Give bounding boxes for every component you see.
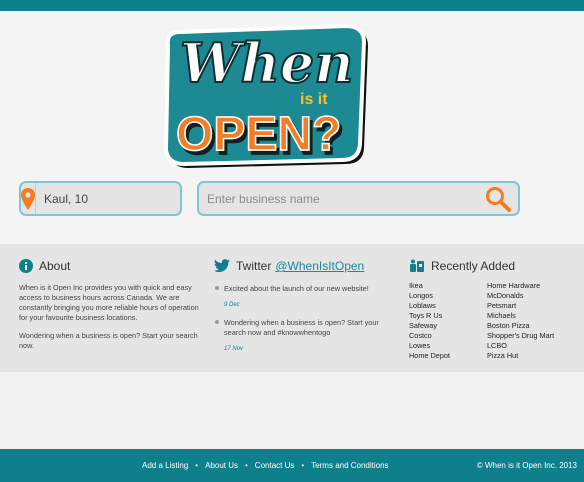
recent-business-link[interactable]: Home Depot (409, 351, 487, 361)
twitter-bird-icon (214, 259, 230, 273)
copyright: © When is it Open Inc. 2013 (476, 461, 577, 470)
business-search-field[interactable] (197, 181, 520, 216)
tweet-date: 9 Dec (224, 302, 240, 308)
search-icon (486, 186, 511, 212)
logo-when: When (180, 31, 354, 95)
recent-business-link[interactable]: Petsmart (487, 301, 565, 311)
tweet-text: Excited about the launch of our new webs… (224, 284, 369, 293)
recent-business-link[interactable]: Safeway (409, 321, 487, 331)
business-search-input[interactable] (199, 183, 478, 214)
site-logo[interactable]: When is it OPEN? (150, 18, 372, 168)
store-group-icon (410, 259, 424, 272)
twitter-handle-link[interactable]: @WhenIsItOpen (275, 259, 364, 273)
top-bar (0, 0, 584, 11)
footer: Add a Listing • About Us • Contact Us • … (0, 449, 584, 482)
search-button[interactable] (478, 183, 518, 214)
about-cta: Wondering when a business is open? Start… (19, 331, 198, 350)
recent-business-link[interactable]: LCBO (487, 341, 565, 351)
footer-separator: • (244, 461, 248, 470)
twitter-title: Twitter (236, 259, 272, 273)
logo-graphic: When is it OPEN? (163, 23, 368, 168)
recent-business-link[interactable]: Shopper's Drug Mart (487, 331, 565, 341)
recent-business-link[interactable]: Ikea (409, 281, 487, 291)
recent-business-link[interactable]: Boston Pizza (487, 321, 565, 331)
recent-business-link[interactable]: Longos (409, 291, 487, 301)
recent-business-link[interactable]: Michaels (487, 311, 565, 321)
footer-separator: • (301, 461, 305, 470)
twitter-section: Twitter @WhenIsItOpen Excited about the … (214, 259, 394, 352)
logo-open: OPEN? (176, 108, 341, 161)
tweet-item: Wondering when a business is open? Start… (214, 318, 394, 352)
footer-link-add-listing[interactable]: Add a Listing (142, 461, 188, 470)
info-icon (19, 259, 33, 273)
about-section: About When is it Open Inc provides you w… (19, 259, 199, 351)
tweet-item: Excited about the launch of our new webs… (214, 284, 394, 308)
footer-nav: Add a Listing • About Us • Contact Us • … (142, 449, 389, 482)
footer-link-terms[interactable]: Terms and Conditions (311, 461, 388, 470)
recent-business-link[interactable]: Toys R Us (409, 311, 487, 321)
tweet-text: Wondering when a business is open? Start… (224, 318, 379, 337)
location-input[interactable] (36, 183, 199, 214)
recent-list-left: Ikea Longos Loblaws Toys R Us Safeway Co… (409, 281, 487, 361)
recent-business-link[interactable]: Loblaws (409, 301, 487, 311)
footer-separator: • (195, 461, 199, 470)
logo-is-it: is it (300, 91, 328, 108)
recent-business-link[interactable]: Home Hardware (487, 281, 565, 291)
recent-business-link[interactable]: Lowes (409, 341, 487, 351)
recent-list-right: Home Hardware McDonalds Petsmart Michael… (487, 281, 565, 361)
recent-business-link[interactable]: McDonalds (487, 291, 565, 301)
recently-added-section: Recently Added Ikea Longos Loblaws Toys … (409, 259, 579, 361)
recent-business-link[interactable]: Costco (409, 331, 487, 341)
tweet-date: 17 Nov (224, 346, 244, 352)
about-text: When is it Open Inc provides you with qu… (19, 283, 199, 322)
location-pin-icon (21, 183, 36, 214)
footer-link-contact[interactable]: Contact Us (255, 461, 295, 470)
footer-link-about[interactable]: About Us (205, 461, 238, 470)
about-title: About (39, 259, 71, 273)
location-field[interactable] (19, 181, 199, 216)
recent-business-link[interactable]: Pizza Hut (487, 351, 565, 361)
recent-title: Recently Added (431, 259, 516, 273)
